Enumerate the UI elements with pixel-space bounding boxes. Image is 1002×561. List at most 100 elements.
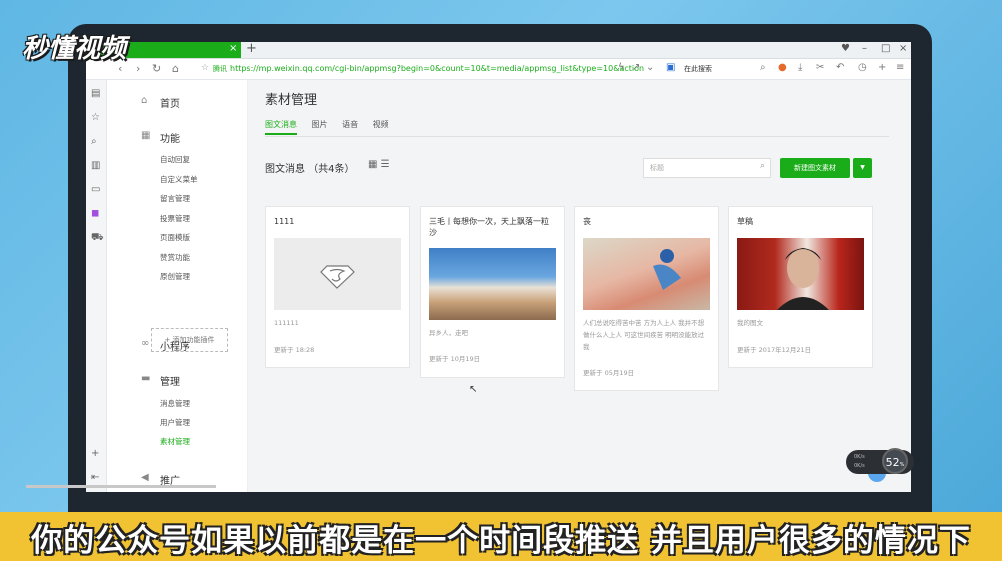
sidebar-item-comments[interactable]: 留言管理 bbox=[160, 193, 190, 204]
home-icon[interactable]: ⌂ bbox=[172, 62, 179, 75]
list-view-icon[interactable]: ☰ bbox=[381, 159, 390, 170]
mouse-cursor-icon: ↖ bbox=[469, 384, 478, 395]
tab-close-icon[interactable]: × bbox=[229, 43, 237, 54]
card-date: 更新于 2017年12月21日 bbox=[737, 346, 812, 354]
browser-search-field[interactable]: 在此搜索 bbox=[684, 64, 712, 74]
app-icon[interactable]: ◼ bbox=[91, 208, 99, 219]
search-icon[interactable]: ⌕ bbox=[760, 161, 765, 171]
window-close-icon[interactable]: × bbox=[899, 43, 907, 54]
video-icon[interactable]: ▭ bbox=[91, 184, 100, 195]
article-card[interactable]: 丧 人们总说吃得苦中苦 方为人上人 我并不想做什么人上人 可这世间疾苦 明明没能… bbox=[574, 206, 719, 391]
scissors-icon[interactable]: ✂ bbox=[816, 62, 824, 73]
address-bar: ‹ › ↻ ⌂ ☆ 腾讯 https://mp.weixin.qq.com/cg… bbox=[86, 59, 911, 80]
sidebar-item-users[interactable]: 用户管理 bbox=[160, 417, 190, 428]
card-date: 更新于 18:28 bbox=[274, 346, 315, 354]
grid-view-icon[interactable]: ▦ bbox=[368, 159, 377, 170]
article-card[interactable]: 三毛丨每想你一次，天上飘落一粒沙 异乡人，走吧 更新于 10月19日 bbox=[420, 206, 565, 378]
bookmark-star-icon[interactable]: ☆ bbox=[201, 63, 209, 73]
tab-voice[interactable]: 语音 bbox=[342, 120, 358, 129]
new-article-dropdown-button[interactable]: ▼ bbox=[853, 158, 872, 178]
manage-icon: ▬ bbox=[141, 373, 151, 384]
sidebar-item-templates[interactable]: 页面模版 bbox=[160, 232, 190, 243]
card-cover-image bbox=[429, 248, 556, 320]
sidebar-item-votes[interactable]: 投票管理 bbox=[160, 213, 190, 224]
sidebar-item-mini-program[interactable]: 小程序 bbox=[160, 338, 190, 353]
sidebar-item-home[interactable]: 首页 bbox=[160, 95, 180, 110]
card-date: 更新于 10月19日 bbox=[429, 355, 481, 363]
sidebar-section-feature: 功能 bbox=[160, 134, 180, 145]
menu-icon[interactable]: ≡ bbox=[896, 62, 904, 73]
chevron-down-icon[interactable]: ⌄ bbox=[646, 62, 654, 73]
network-speed-widget[interactable]: 0K/s 0K/s 52% bbox=[846, 448, 914, 474]
upload-speed: 0K/s bbox=[854, 454, 865, 460]
add-icon[interactable]: + bbox=[878, 62, 886, 73]
sidebar-item-original[interactable]: 原创管理 bbox=[160, 271, 190, 282]
site-tag: 腾讯 bbox=[213, 65, 227, 73]
undo-icon[interactable]: ↶ bbox=[836, 62, 844, 73]
strip-search-icon[interactable]: ⌕ bbox=[91, 136, 97, 147]
skin-icon[interactable]: ♥ bbox=[841, 43, 850, 54]
card-title: 1111 bbox=[274, 217, 295, 226]
share-icon[interactable]: ↗ bbox=[632, 62, 640, 73]
refresh-icon[interactable]: ↻ bbox=[152, 62, 161, 75]
sidebar-item-auto-reply[interactable]: 自动回复 bbox=[160, 154, 190, 165]
search-engine-icon[interactable]: ▣ bbox=[666, 62, 675, 73]
tabs-divider bbox=[265, 136, 889, 137]
portrait-icon bbox=[777, 248, 829, 310]
card-date: 更新于 05月19日 bbox=[583, 369, 635, 377]
card-cover-image bbox=[274, 238, 401, 310]
main-content: 素材管理 图文消息 图片 语音 视频 图文消息 （共4条） ▦ ☰ 标题 ⌕ 新… bbox=[248, 80, 911, 492]
card-cover-image bbox=[583, 238, 710, 310]
cart-icon[interactable]: ⛟ bbox=[91, 232, 104, 245]
list-title: 图文消息 （共4条） bbox=[265, 164, 355, 175]
article-card[interactable]: 草稿 我的图文 更新于 2017年12月21日 bbox=[728, 206, 873, 368]
collapse-icon[interactable]: ⇤ bbox=[91, 472, 99, 483]
card-description: 人们总说吃得苦中苦 方为人上人 我并不想做什么人上人 可这世间疾苦 明明没能放过… bbox=[583, 319, 705, 351]
forward-icon[interactable]: › bbox=[136, 62, 140, 75]
card-title: 丧 bbox=[583, 217, 591, 226]
new-article-button[interactable]: 新建图文素材 bbox=[780, 158, 850, 178]
gauge-unit: % bbox=[899, 462, 905, 468]
favorites-icon[interactable]: ☆ bbox=[91, 112, 100, 123]
reader-icon[interactable]: ▤ bbox=[91, 88, 100, 99]
horizontal-scrollbar[interactable] bbox=[26, 485, 216, 488]
tab-articles[interactable]: 图文消息 bbox=[265, 120, 297, 135]
memory-gauge: 52% bbox=[882, 448, 908, 474]
url-field[interactable]: https://mp.weixin.qq.com/cgi-bin/appmsg?… bbox=[230, 64, 644, 73]
tab-video[interactable]: 视频 bbox=[373, 120, 389, 129]
maximize-icon[interactable]: □ bbox=[881, 43, 890, 54]
game-icon[interactable]: ● bbox=[778, 62, 787, 73]
feature-grid-icon: ▦ bbox=[141, 130, 151, 141]
title-search-input[interactable]: 标题 ⌕ bbox=[643, 158, 771, 178]
painting-figure-icon bbox=[653, 249, 681, 290]
card-description: 异乡人，走吧 bbox=[429, 329, 468, 337]
page-title: 素材管理 bbox=[265, 93, 318, 108]
mini-program-icon: ∞ bbox=[141, 338, 150, 349]
browser-screen: × + ♥ – □ × ‹ › ↻ ⌂ ☆ 腾讯 https://mp.weix… bbox=[86, 42, 911, 492]
article-card[interactable]: 1111 111111 更新于 18:28 bbox=[265, 206, 410, 368]
new-tab-button[interactable]: + bbox=[246, 42, 257, 56]
sidebar-item-messages[interactable]: 消息管理 bbox=[160, 398, 190, 409]
tab-images[interactable]: 图片 bbox=[312, 120, 328, 129]
notes-icon[interactable]: ▥ bbox=[91, 160, 100, 171]
search-icon[interactable]: ⌕ bbox=[760, 62, 766, 73]
history-icon[interactable]: ◷ bbox=[858, 62, 867, 73]
tab-bar: × + ♥ – □ × bbox=[86, 42, 911, 59]
gauge-value: 52 bbox=[885, 456, 900, 469]
sidebar-item-custom-menu[interactable]: 自定义菜单 bbox=[160, 174, 198, 185]
minimize-icon[interactable]: – bbox=[862, 43, 867, 54]
superman-logo-icon bbox=[320, 265, 355, 289]
sidebar-item-materials[interactable]: 素材管理 bbox=[160, 436, 190, 447]
home-nav-icon: ⌂ bbox=[141, 95, 148, 106]
lightning-icon[interactable]: ϟ bbox=[618, 62, 625, 73]
download-icon[interactable]: ⤓ bbox=[798, 62, 802, 73]
app-sidebar: ⌂ 首页 ▦ 功能 自动回复 自定义菜单 留言管理 投票管理 页面模版 赞赏功能… bbox=[107, 80, 248, 492]
strip-add-icon[interactable]: + bbox=[91, 448, 99, 459]
card-cover-image bbox=[737, 238, 864, 310]
search-placeholder: 标题 bbox=[650, 164, 664, 172]
view-toggle: ▦ ☰ bbox=[368, 159, 390, 170]
sidebar-item-appreciation[interactable]: 赞赏功能 bbox=[160, 252, 190, 263]
sidebar-section-manage: 管理 bbox=[160, 377, 180, 388]
card-title: 草稿 bbox=[737, 217, 753, 226]
browser-side-strip: ▤ ☆ ⌕ ▥ ▭ ◼ ⛟ + ⇤ bbox=[86, 80, 107, 492]
